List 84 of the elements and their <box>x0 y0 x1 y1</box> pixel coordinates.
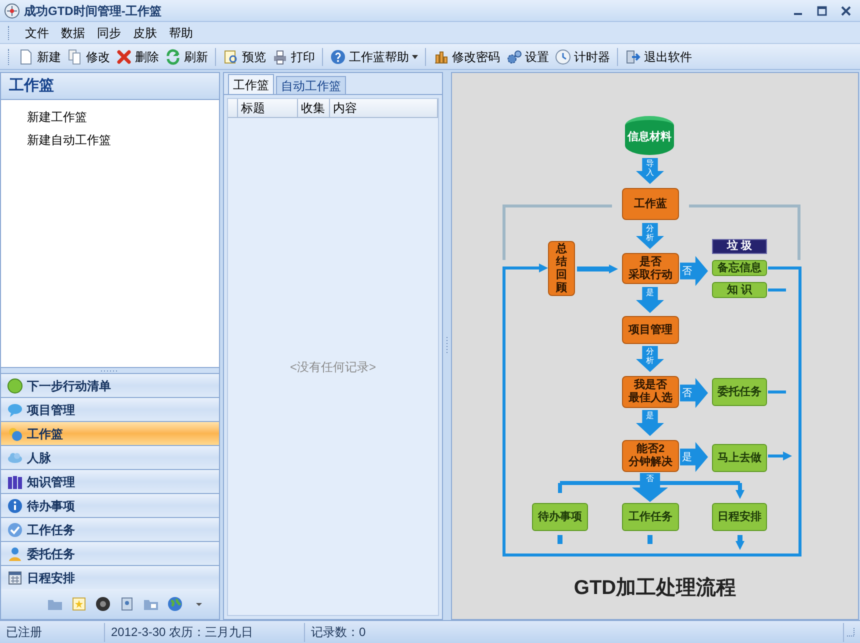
node-label: 采取行动 <box>628 268 672 282</box>
node-label: 委托任务 <box>718 386 762 398</box>
caret-icon <box>412 54 418 58</box>
diagram-title: GTD加工处理流程 <box>572 576 738 601</box>
calendar-icon <box>7 570 23 586</box>
clock-icon <box>555 48 571 64</box>
node-label: 信息材料 <box>628 131 672 144</box>
nav-item[interactable]: 人脉 <box>1 445 219 469</box>
dial-icon[interactable] <box>95 596 111 612</box>
empty-list-message: <没有任何记录> <box>290 358 376 376</box>
info-icon <box>7 498 23 514</box>
nav-item[interactable]: 待办事项 <box>1 493 219 517</box>
column-header[interactable]: 标题 <box>238 99 298 117</box>
help-icon <box>330 48 346 64</box>
menu-item[interactable]: 同步 <box>91 24 127 42</box>
speech-bubble-icon <box>7 402 23 418</box>
close-icon[interactable] <box>840 4 852 16</box>
nav-item[interactable]: 知识管理 <box>1 469 219 493</box>
menu-item[interactable]: 帮助 <box>163 24 199 42</box>
status-text: 2012-3-30 农历：三月九日 <box>105 622 305 642</box>
node-label: 备忘信息 <box>718 262 762 274</box>
node-label: 我是否 <box>634 379 667 392</box>
nav-item[interactable]: 下一步行动清单 <box>1 373 219 397</box>
window-title: 成功GTD时间管理-工作篮 <box>24 2 162 20</box>
document-icon <box>18 48 34 64</box>
sidebar-header: 工作篮 <box>1 73 219 100</box>
printer-icon <box>272 48 288 64</box>
toolbar-button[interactable]: 打印 <box>269 46 318 68</box>
copy-icon <box>67 48 83 64</box>
refresh-icon <box>165 48 181 64</box>
node-label: 日程安排 <box>718 510 762 524</box>
nav-item[interactable]: 日程安排 <box>1 565 219 589</box>
node-label: 工作蓝 <box>634 198 667 210</box>
menu-item[interactable]: 文件 <box>19 24 55 42</box>
circle-icon <box>7 378 23 394</box>
app-logo-icon <box>4 2 20 18</box>
person-icon <box>7 546 23 562</box>
node-label: 是否 <box>640 256 662 268</box>
node-label: 垃 圾 <box>726 240 752 253</box>
toolbar-button[interactable]: 修改密码 <box>430 46 503 68</box>
tree-item[interactable]: 新建自动工作篮 <box>27 131 111 149</box>
maximize-icon[interactable] <box>816 4 828 16</box>
node-label: 知 识 <box>726 284 752 296</box>
preview-icon <box>223 48 239 64</box>
column-header[interactable]: 内容 <box>330 99 438 117</box>
toolbar-button[interactable]: 工作蓝帮助 <box>327 46 421 68</box>
menu-item[interactable]: 数据 <box>55 24 91 42</box>
toolbar-button[interactable]: 预览 <box>220 46 269 68</box>
nav-item[interactable]: 工作任务 <box>1 517 219 541</box>
people-icon <box>7 426 23 442</box>
tab[interactable]: 工作篮 <box>228 74 274 94</box>
node-label: 工作任务 <box>628 510 672 524</box>
tree-item[interactable]: 新建工作篮 <box>27 108 87 126</box>
toolbar-button[interactable]: 刷新 <box>162 46 211 68</box>
toolbar-button[interactable]: 设置 <box>503 46 552 68</box>
toolbar-button[interactable]: 退出软件 <box>622 46 695 68</box>
check-icon <box>7 522 23 538</box>
books-icon <box>7 474 23 490</box>
node-label: 能否2 <box>636 443 665 456</box>
column-header[interactable]: 收集 <box>298 99 330 117</box>
toolbar-button[interactable]: 计时器 <box>552 46 613 68</box>
x-icon <box>116 48 132 64</box>
node-label: 最佳人选 <box>628 392 672 405</box>
exit-icon <box>625 48 641 64</box>
toolbar-button[interactable]: 删除 <box>113 46 162 68</box>
status-text: 已注册 <box>0 622 105 642</box>
contacts-icon[interactable] <box>119 596 135 612</box>
nav-item[interactable]: 项目管理 <box>1 397 219 421</box>
status-text: 记录数：0 <box>305 622 844 642</box>
node-label: 总结回顾 <box>556 242 567 294</box>
globe-icon[interactable] <box>167 596 183 612</box>
node-label: 分钟解决 <box>628 456 672 469</box>
chart-icon <box>433 48 449 64</box>
menu-item[interactable]: 皮肤 <box>127 24 163 42</box>
nav-item[interactable]: 工作篮 <box>1 421 219 445</box>
node-label: 马上去做 <box>718 452 762 464</box>
node-label: 项目管理 <box>628 324 672 336</box>
node-label: 待办事项 <box>538 510 582 524</box>
toolbar-button[interactable]: 新建 <box>15 46 64 68</box>
gear-icon <box>506 48 522 64</box>
resize-grip-icon[interactable] <box>844 626 856 638</box>
nav-item[interactable]: 委托任务 <box>1 541 219 565</box>
tab[interactable]: 自动工作篮 <box>276 76 346 94</box>
toolbar-button[interactable]: 修改 <box>64 46 113 68</box>
